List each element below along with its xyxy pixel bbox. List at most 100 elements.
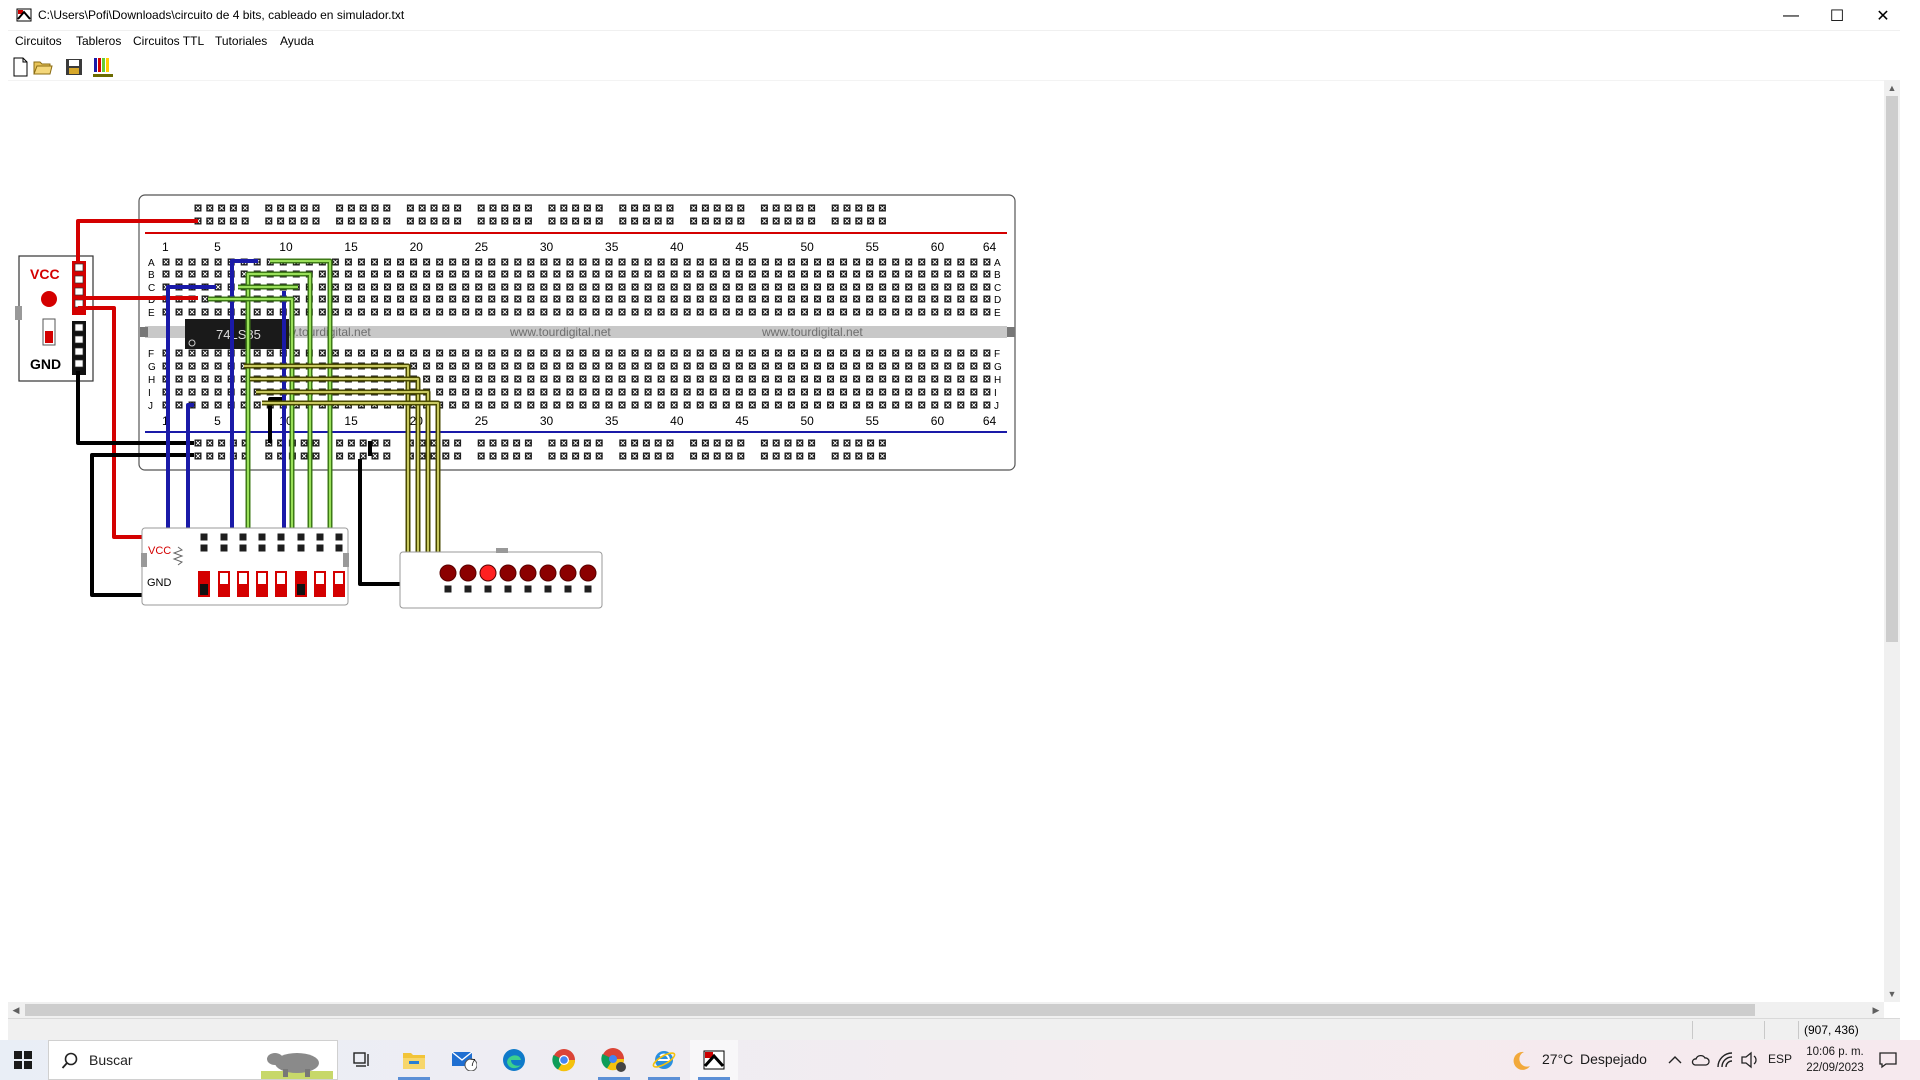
column-number-bottom: 50 — [800, 414, 814, 428]
dip-pin[interactable] — [277, 544, 285, 552]
dip-switch-module[interactable]: VCC GND — [141, 527, 349, 606]
resistor-color-icon[interactable] — [92, 56, 114, 78]
led-pin[interactable] — [584, 585, 592, 593]
taskbar-search[interactable]: Buscar — [48, 1040, 338, 1080]
dip-pin[interactable] — [258, 533, 266, 541]
scroll-down-icon[interactable]: ▼ — [1884, 986, 1900, 1002]
taskbar-chrome[interactable] — [540, 1040, 588, 1080]
dip-pin[interactable] — [277, 533, 285, 541]
notifications-icon[interactable] — [1878, 1051, 1898, 1069]
open-folder-icon[interactable] — [32, 56, 54, 78]
weather-moon-icon[interactable] — [1510, 1050, 1532, 1072]
led-pin[interactable] — [444, 585, 452, 593]
start-button[interactable] — [0, 1040, 46, 1080]
dip-pin[interactable] — [316, 533, 324, 541]
dip-pin[interactable] — [220, 533, 228, 541]
dip-switch-knob[interactable] — [316, 573, 324, 584]
onedrive-cloud-icon[interactable] — [1690, 1052, 1710, 1068]
taskbar-chrome-profile[interactable] — [590, 1040, 638, 1080]
led-pin[interactable] — [524, 585, 532, 593]
language-indicator[interactable]: ESP — [1768, 1052, 1792, 1066]
power-pin[interactable] — [74, 275, 84, 284]
dip-pin[interactable] — [258, 544, 266, 552]
power-led-icon — [41, 291, 57, 307]
watermark-text: www.tourdigital.net — [509, 325, 611, 339]
wifi-icon[interactable] — [1716, 1051, 1734, 1069]
led-pin[interactable] — [484, 585, 492, 593]
power-pin[interactable] — [74, 359, 84, 368]
menu-tableros[interactable]: Tableros — [76, 34, 121, 48]
dip-switch-knob[interactable] — [220, 573, 228, 584]
maximize-button[interactable]: ☐ — [1814, 0, 1860, 31]
minimize-button[interactable]: — — [1768, 0, 1814, 31]
app-icon — [16, 8, 32, 22]
dip-switch-knob[interactable] — [200, 584, 208, 595]
power-pin[interactable] — [74, 287, 84, 296]
led-pin[interactable] — [504, 585, 512, 593]
led-bar-module[interactable] — [399, 548, 603, 609]
volume-icon[interactable] — [1740, 1051, 1760, 1069]
menu-circuitos-ttl[interactable]: Circuitos TTL — [133, 34, 204, 48]
circuit-scene[interactable]: www.tourdigital.net www.tourdigital.net ww… — [8, 81, 1886, 1002]
dip-pin[interactable] — [200, 544, 208, 552]
power-pin[interactable] — [74, 323, 84, 332]
taskbar-simulator[interactable] — [690, 1040, 738, 1080]
weather-temp[interactable]: 27°C — [1542, 1051, 1573, 1067]
horizontal-scrollbar[interactable]: ◀ ▶ — [8, 1002, 1884, 1018]
weather-text[interactable]: Despejado — [1580, 1051, 1647, 1067]
taskbar-mail[interactable]: 7 — [440, 1040, 488, 1080]
app-window: C:\Users\Pofi\Downloads\circuito de 4 bi… — [0, 0, 1920, 1080]
column-number-bottom: 40 — [670, 414, 684, 428]
power-pin[interactable] — [74, 335, 84, 344]
dip-switch-knob[interactable] — [277, 573, 285, 584]
led-pin[interactable] — [544, 585, 552, 593]
vertical-scroll-thumb[interactable] — [1886, 96, 1898, 642]
led-indicator — [459, 564, 477, 582]
dip-pin[interactable] — [335, 533, 343, 541]
dip-pin[interactable] — [297, 544, 305, 552]
taskbar-file-explorer[interactable] — [390, 1040, 438, 1080]
channel-clip-right — [1007, 327, 1015, 337]
dip-switch-knob[interactable] — [297, 584, 305, 595]
menu-tutoriales[interactable]: Tutoriales — [215, 34, 267, 48]
scroll-right-icon[interactable]: ▶ — [1868, 1002, 1884, 1018]
dip-pin[interactable] — [297, 533, 305, 541]
scroll-up-icon[interactable]: ▲ — [1884, 80, 1900, 96]
new-file-icon[interactable] — [10, 56, 32, 78]
dip-pin[interactable] — [316, 544, 324, 552]
dip-switch-knob[interactable] — [335, 573, 343, 584]
menu-circuitos[interactable]: Circuitos — [15, 34, 62, 48]
watermark-text: www.tourdigital.net — [761, 325, 863, 339]
dip-pin[interactable] — [239, 533, 247, 541]
dip-switch-knob[interactable] — [239, 573, 247, 584]
taskbar-edge[interactable] — [490, 1040, 538, 1080]
vertical-scrollbar[interactable]: ▲ ▼ — [1884, 80, 1900, 1002]
power-supply-module[interactable]: VCC GND — [15, 255, 94, 382]
chip-74ls85[interactable]: 74LS85 — [185, 319, 289, 349]
taskbar-internet-explorer[interactable] — [640, 1040, 688, 1080]
power-pin[interactable] — [74, 263, 84, 272]
power-pin[interactable] — [74, 299, 84, 308]
task-view-button[interactable] — [340, 1040, 384, 1080]
column-number-top: 5 — [214, 240, 221, 254]
mail-badge: 7 — [470, 1058, 476, 1069]
chevron-up-icon[interactable] — [1668, 1054, 1682, 1066]
led-pin[interactable] — [464, 585, 472, 593]
close-button[interactable]: ✕ — [1860, 0, 1906, 31]
dip-pin[interactable] — [239, 544, 247, 552]
dip-switch-knob[interactable] — [258, 573, 266, 584]
dip-pin[interactable] — [335, 544, 343, 552]
simulator-canvas[interactable]: www.tourdigital.net www.tourdigital.net ww… — [8, 80, 1886, 1002]
taskbar-clock[interactable]: 10:06 p. m. 22/09/2023 — [1800, 1044, 1870, 1076]
dip-pin[interactable] — [220, 544, 228, 552]
dip-pin[interactable] — [200, 533, 208, 541]
power-switch-icon[interactable] — [45, 331, 53, 343]
horizontal-scroll-thumb[interactable] — [25, 1004, 1755, 1016]
menu-ayuda[interactable]: Ayuda — [280, 34, 314, 48]
toolbar — [8, 52, 1900, 80]
power-pin[interactable] — [74, 347, 84, 356]
scroll-left-icon[interactable]: ◀ — [8, 1002, 24, 1018]
save-disk-icon[interactable] — [63, 56, 85, 78]
led-pin[interactable] — [564, 585, 572, 593]
column-number-top: 10 — [279, 240, 293, 254]
